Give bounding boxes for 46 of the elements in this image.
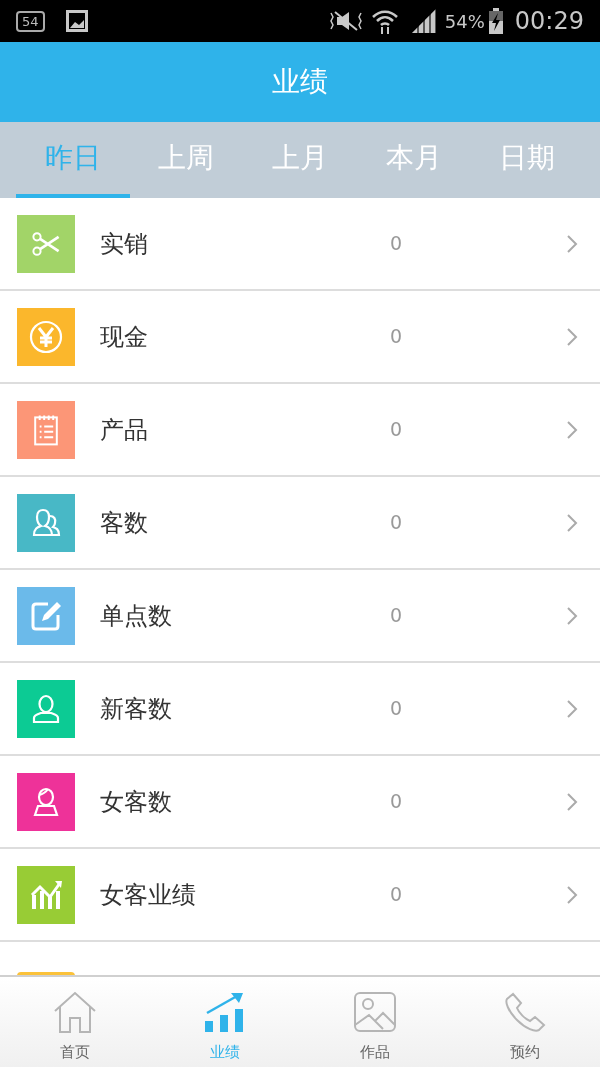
row-label: 新客数 (100, 693, 173, 725)
row-label: 单点数 (100, 600, 173, 632)
list-row[interactable]: 产品 0 (0, 384, 600, 477)
chevron-right-icon (566, 419, 578, 440)
row-label: 现金 (100, 321, 149, 353)
row-label: 产品 (100, 414, 149, 446)
row-value: 0 (390, 882, 404, 908)
home-icon (53, 991, 97, 1035)
row-label: 女客业绩 (100, 879, 197, 911)
nav-tab[interactable]: 预约 (450, 977, 600, 1067)
notification-badge: 54 (16, 10, 45, 32)
clock-time: 00:29 (514, 6, 584, 37)
list-row[interactable]: 客数 0 (0, 477, 600, 570)
nav-tab[interactable]: 首页 (0, 977, 150, 1067)
signal-icon (410, 8, 437, 34)
row-value: 0 (390, 417, 404, 443)
chevron-right-icon (566, 698, 578, 719)
battery-charging-icon (488, 8, 503, 34)
list-row[interactable]: 单点数 0 (0, 570, 600, 663)
row-value: 0 (390, 510, 404, 536)
list-row[interactable]: 女客数 0 (0, 756, 600, 849)
battery-percent: 54% (444, 9, 485, 34)
nav-tab[interactable]: 作品 (300, 977, 450, 1067)
chevron-right-icon (566, 791, 578, 812)
list-row[interactable]: 实销 0 (0, 198, 600, 291)
chevron-right-icon (566, 512, 578, 533)
chevron-right-icon (566, 605, 578, 626)
row-value: 0 (390, 231, 404, 257)
row-value: 0 (390, 696, 404, 722)
phone-icon (503, 991, 547, 1035)
page-title: 业绩 (272, 64, 328, 100)
chevron-right-icon (566, 326, 578, 347)
image-icon (353, 991, 397, 1035)
vibrate-mute-icon (328, 9, 363, 33)
row-value: 0 (390, 789, 404, 815)
list-row[interactable]: 现金 0 (0, 291, 600, 384)
chevron-right-icon (566, 884, 578, 905)
image-icon (64, 9, 89, 33)
chevron-right-icon (566, 233, 578, 254)
row-label: 女客数 (100, 786, 173, 818)
row-label: 客数 (100, 507, 149, 539)
list-row[interactable]: 女客业绩 0 (0, 849, 600, 942)
row-value: 0 (390, 324, 404, 350)
list-row[interactable]: 新客数 0 (0, 663, 600, 756)
row-value: 0 (390, 603, 404, 629)
row-label: 实销 (100, 228, 149, 260)
